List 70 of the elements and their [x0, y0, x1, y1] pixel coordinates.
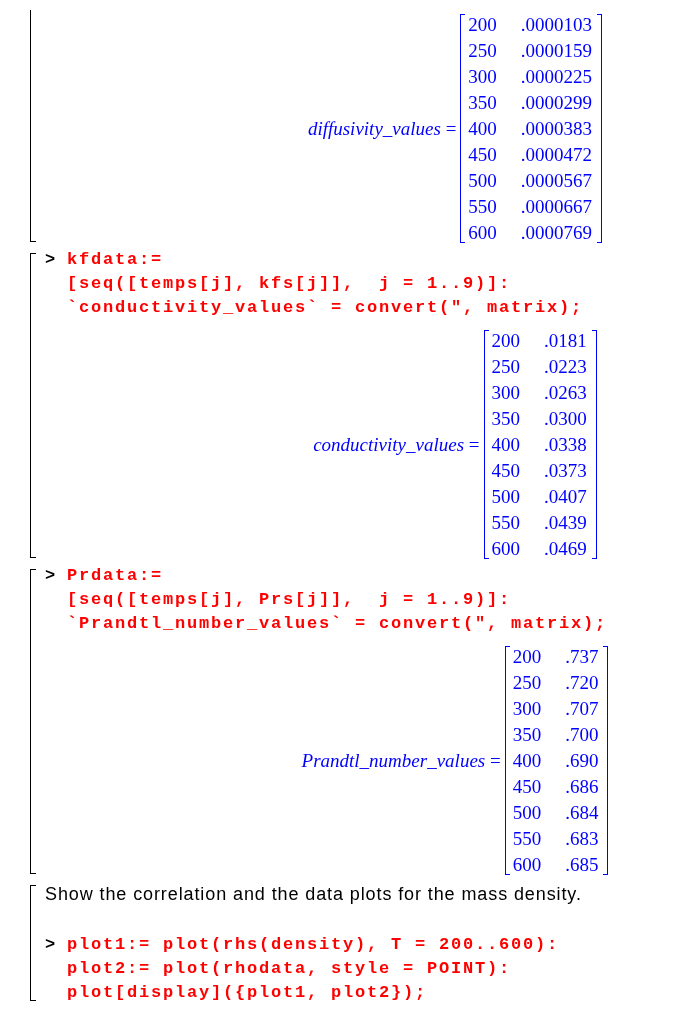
matrix-cell-text: 200	[468, 13, 497, 37]
matrix-cell-text: 400	[512, 749, 542, 773]
matrix-cell-text: .0000667	[520, 195, 593, 219]
matrix-cell-text: 250	[512, 671, 542, 695]
input-prompt: >	[45, 934, 57, 956]
code-line: `conductivity_values` = convert(", matrix);	[67, 297, 584, 319]
matrix-cell-text: .0439	[544, 511, 587, 535]
comment-text: Show the correlation and the data plots for the mass density.	[45, 883, 583, 906]
input-prompt: >	[45, 249, 57, 271]
matrix-cell-text: .0000383	[520, 117, 593, 141]
matrix-cell-text: .685	[565, 853, 599, 877]
matrix-cell-text: .684	[565, 801, 599, 825]
matrix-cell-text: .0407	[544, 485, 587, 509]
output-label: conductivity_values =	[313, 434, 480, 456]
matrix-cell-text: 350	[512, 723, 542, 747]
matrix-cell-text: 250	[468, 39, 497, 63]
matrix-cell-text: .690	[565, 749, 599, 773]
matrix-cell-text: 450	[468, 143, 497, 167]
code-line: Prdata:=	[67, 565, 164, 587]
matrix-cell-text: 600	[468, 221, 497, 245]
matrix-cell-text: .0338	[544, 433, 587, 457]
matrix-cell-text: .0000299	[520, 91, 593, 115]
matrix-cell-text: .707	[565, 697, 599, 721]
matrix-cell-text: 550	[468, 195, 497, 219]
matrix-cell-text: 500	[468, 169, 497, 193]
matrix-cell-text: 550	[512, 827, 542, 851]
matrix-cell-text: .0000472	[520, 143, 593, 167]
matrix-cell-text: 300	[491, 381, 521, 405]
matrix-cell-text: .0373	[544, 459, 587, 483]
matrix-cell-text: 550	[491, 511, 521, 535]
matrix-cell-text: .737	[565, 645, 599, 669]
code-line: [seq([temps[j], Prs[j]], j = 1..9)]:	[67, 589, 513, 611]
matrix-cell-text: 450	[512, 775, 542, 799]
matrix-cell-text: .0000103	[520, 13, 593, 37]
matrix-cell-text: 200	[512, 645, 542, 669]
matrix-cell-text: 600	[512, 853, 542, 877]
code-line: plot1:= plot(rhs(density), T = 200..600):	[67, 934, 560, 956]
matrix-cell-text: 200	[491, 329, 521, 353]
matrix-cell-text: 500	[512, 801, 542, 825]
matrix-cell-text: .0300	[544, 407, 587, 431]
matrix-cell-text: .0263	[544, 381, 587, 405]
matrix-cell-text: .0000159	[520, 39, 593, 63]
matrix-cell-text: .0000567	[520, 169, 593, 193]
output-label: Prandtl_number_values =	[301, 750, 501, 772]
matrix-cell-text: .0000769	[520, 221, 593, 245]
matrix-cell-text: .0469	[544, 537, 587, 561]
matrix-cell-text: .0181	[544, 329, 587, 353]
matrix-cell-text: .686	[565, 775, 599, 799]
matrix-cell-text: 300	[512, 697, 542, 721]
code-line: plot[display]({plot1, plot2});	[67, 982, 429, 1004]
matrix-cell-text: .700	[565, 723, 599, 747]
code-line: [seq([temps[j], kfs[j]], j = 1..9)]:	[67, 273, 513, 295]
matrix-cell-text: 400	[491, 433, 521, 457]
code-line: plot2:= plot(rhodata, style = POINT):	[67, 958, 513, 980]
matrix-cell-text: .0000225	[520, 65, 593, 89]
code-line: kfdata:=	[67, 249, 164, 271]
input-prompt: >	[45, 565, 57, 587]
output-label: diffusivity_values =	[307, 118, 457, 140]
matrix-cell-text: .683	[565, 827, 599, 851]
matrix-cell-text: 300	[468, 65, 497, 89]
code-line: `Prandtl_number_values` = convert(", matrix);	[67, 613, 608, 635]
matrix-cell-text: .0223	[544, 355, 587, 379]
matrix-cell-text: 250	[491, 355, 521, 379]
matrix-cell-text: .720	[565, 671, 599, 695]
matrix-cell-text: 600	[491, 537, 521, 561]
matrix-cell-text: 450	[491, 459, 521, 483]
matrix-cell-text: 350	[491, 407, 521, 431]
matrix-cell-text: 350	[468, 91, 497, 115]
matrix-cell-text: 500	[491, 485, 521, 509]
matrix-cell-text: 400	[468, 117, 497, 141]
